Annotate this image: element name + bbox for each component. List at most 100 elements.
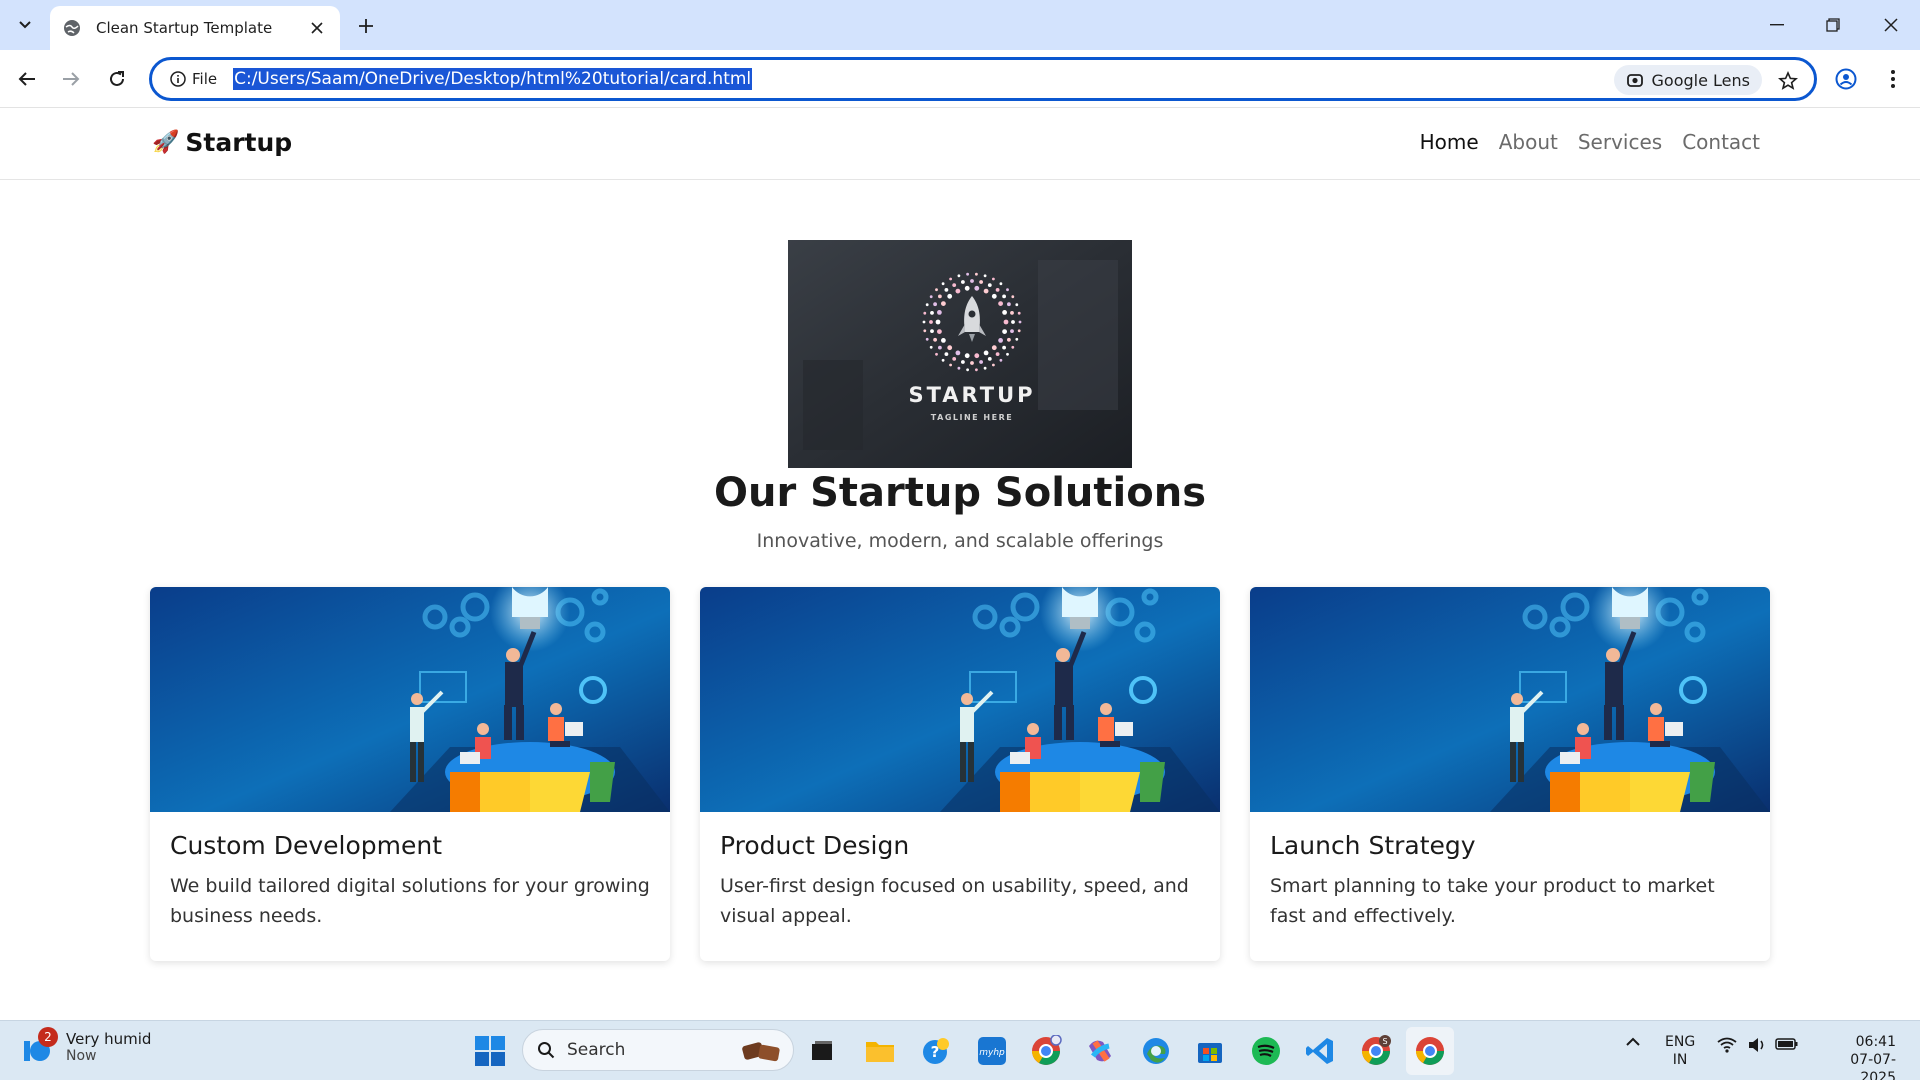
more-vertical-icon <box>1891 70 1895 88</box>
card-text: User-first design focused on usability, … <box>720 875 1189 927</box>
nav-link-services[interactable]: Services <box>1578 130 1662 154</box>
service-card: Product Design User-first design focused… <box>700 587 1220 961</box>
hero-subtitle: Innovative, modern, and scalable offerin… <box>756 530 1164 552</box>
logo-wordmark: STARTUP <box>908 383 1035 407</box>
weather-widget[interactable]: 2 Very humid Now <box>20 1027 152 1065</box>
spotify-icon[interactable] <box>1248 1033 1284 1069</box>
show-hidden-icons-button[interactable] <box>1622 1037 1644 1047</box>
edge-icon[interactable] <box>1138 1033 1174 1069</box>
close-window-button[interactable] <box>1866 8 1916 42</box>
card-illustration <box>1250 587 1770 812</box>
service-card: Custom Development We build tailored dig… <box>150 587 670 961</box>
url-text[interactable]: C:/Users/Saam/OneDrive/Desktop/html%20tu… <box>233 68 753 90</box>
volume-icon[interactable] <box>1746 1037 1768 1053</box>
nav-link-about[interactable]: About <box>1499 130 1558 154</box>
clock[interactable]: 06:41 07-07-2025 <box>1816 1033 1896 1080</box>
address-bar[interactable]: File C:/Users/Saam/OneDrive/Desktop/html… <box>149 57 1817 101</box>
account-circle-icon <box>1835 68 1857 90</box>
copilot-icon[interactable] <box>1082 1033 1118 1069</box>
taskbar: 2 Very humid Now Search ? myhp S ENG IN … <box>0 1020 1920 1080</box>
close-icon <box>1884 18 1898 32</box>
weather-time: Now <box>66 1048 97 1064</box>
profile-button[interactable] <box>1827 60 1865 98</box>
file-explorer-icon[interactable] <box>862 1033 898 1069</box>
wifi-icon[interactable] <box>1716 1037 1738 1053</box>
google-lens-button[interactable]: Google Lens <box>1613 65 1762 95</box>
web-page: 🚀 Startup Home About Services Contact ST… <box>0 108 1920 1020</box>
chocolate-icon <box>742 1042 780 1062</box>
notification-badge: 2 <box>38 1027 58 1047</box>
restore-icon <box>1826 18 1840 32</box>
new-tab-button[interactable] <box>352 12 380 40</box>
clock-date: 07-07-2025 <box>1850 1052 1896 1080</box>
language-indicator[interactable]: ENG IN <box>1665 1033 1695 1069</box>
bookmark-button[interactable] <box>1774 67 1802 95</box>
taskbar-search-label: Search <box>567 1040 626 1060</box>
tab-title: Clean Startup Template <box>96 19 273 37</box>
card-illustration <box>150 587 670 812</box>
brand-text: Startup <box>185 128 293 157</box>
star-icon <box>1778 71 1798 90</box>
site-info-label: File <box>192 70 218 88</box>
svg-text:?: ? <box>931 1043 940 1061</box>
clock-time: 06:41 <box>1855 1034 1896 1050</box>
tab-strip: Clean Startup Template <box>0 0 1920 50</box>
card-illustration <box>700 587 1220 812</box>
site-info-chip[interactable]: File <box>162 63 225 95</box>
svg-text:myhp: myhp <box>979 1048 1005 1058</box>
hero-logo-image: STARTUP TAGLINE HERE <box>788 240 1132 468</box>
weather-title: Very humid <box>66 1030 152 1048</box>
battery-icon[interactable] <box>1774 1037 1800 1051</box>
chrome-profile-s-icon[interactable]: S <box>1358 1033 1394 1069</box>
plus-icon <box>359 19 373 33</box>
service-card: Launch Strategy Smart planning to take y… <box>1250 587 1770 961</box>
chrome-icon[interactable] <box>1412 1033 1448 1069</box>
weather-icon: 2 <box>20 1027 58 1065</box>
microsoft-store-icon[interactable] <box>1192 1033 1228 1069</box>
card-title: Launch Strategy <box>1270 831 1476 860</box>
language-code: ENG <box>1665 1034 1696 1050</box>
close-tab-icon[interactable] <box>306 17 328 39</box>
minimize-icon <box>1770 24 1784 26</box>
get-help-icon[interactable]: ? <box>918 1033 954 1069</box>
restore-button[interactable] <box>1808 8 1858 42</box>
site-brand[interactable]: 🚀 Startup <box>152 128 292 157</box>
windows-start-icon[interactable] <box>474 1035 506 1067</box>
nav-link-home[interactable]: Home <box>1420 130 1479 154</box>
minimize-button[interactable] <box>1752 8 1802 42</box>
hero-title: Our Startup Solutions <box>713 470 1206 516</box>
myhp-icon[interactable]: myhp <box>974 1033 1010 1069</box>
forward-button[interactable] <box>52 60 90 98</box>
nav-link-contact[interactable]: Contact <box>1682 130 1760 154</box>
vscode-icon[interactable] <box>1302 1033 1338 1069</box>
nav-links: Home About Services Contact <box>1420 130 1760 154</box>
browser-tab[interactable]: Clean Startup Template <box>50 6 340 50</box>
menu-button[interactable] <box>1874 60 1912 98</box>
logo-tagline: TAGLINE HERE <box>931 413 1013 422</box>
globe-icon <box>64 20 80 36</box>
chevron-down-icon <box>19 21 31 29</box>
rocket-icon: 🚀 <box>152 130 180 155</box>
browser-toolbar: File C:/Users/Saam/OneDrive/Desktop/html… <box>0 50 1920 108</box>
svg-text:S: S <box>1382 1037 1387 1046</box>
camera-lens-icon <box>1626 74 1643 87</box>
arrow-right-icon <box>63 72 80 86</box>
google-lens-label: Google Lens <box>1651 70 1750 90</box>
arrow-left-icon <box>18 72 35 86</box>
search-icon <box>538 1042 555 1059</box>
task-view-icon[interactable] <box>804 1033 840 1069</box>
chrome-profile-icon[interactable] <box>1028 1033 1064 1069</box>
tab-search-button[interactable] <box>8 8 42 42</box>
reload-icon <box>110 71 124 86</box>
back-button[interactable] <box>8 60 46 98</box>
card-text: We build tailored digital solutions for … <box>170 875 650 927</box>
chevron-up-icon <box>1626 1037 1640 1046</box>
reload-button[interactable] <box>98 60 136 98</box>
info-icon <box>170 71 186 87</box>
region-code: IN <box>1672 1052 1688 1068</box>
site-navbar: 🚀 Startup Home About Services Contact <box>0 108 1920 180</box>
taskbar-search[interactable]: Search <box>522 1029 794 1071</box>
card-title: Product Design <box>720 831 910 860</box>
card-text: Smart planning to take your product to m… <box>1270 875 1715 927</box>
card-title: Custom Development <box>170 831 443 860</box>
